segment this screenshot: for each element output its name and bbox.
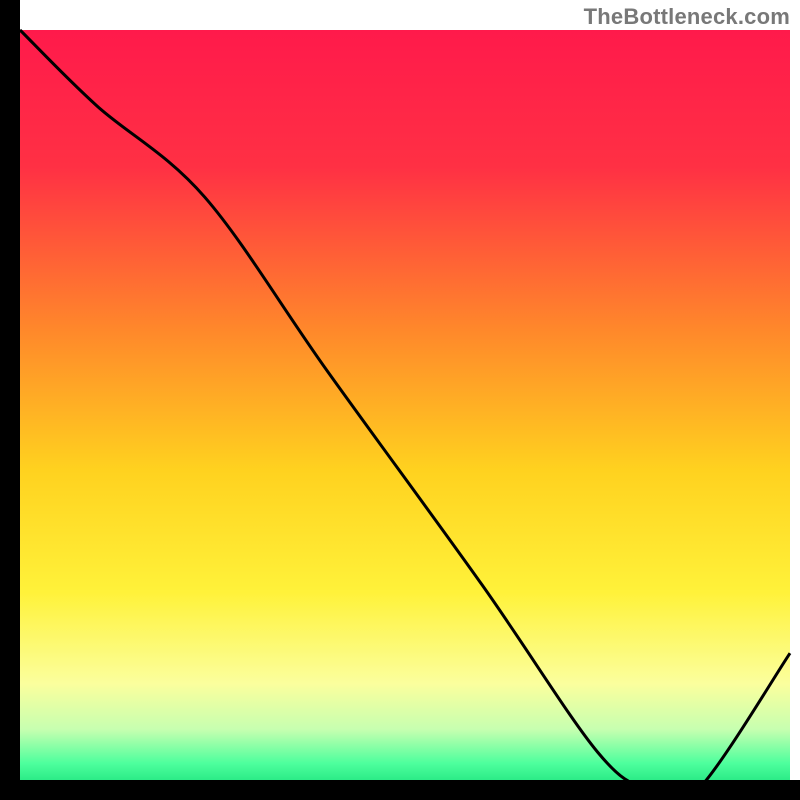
bottleneck-chart [0,0,800,800]
plot-background [20,30,790,790]
chart-container: TheBottleneck.com [0,0,800,800]
x-axis [0,780,800,800]
y-axis [0,0,20,800]
attribution-text: TheBottleneck.com [584,4,790,30]
